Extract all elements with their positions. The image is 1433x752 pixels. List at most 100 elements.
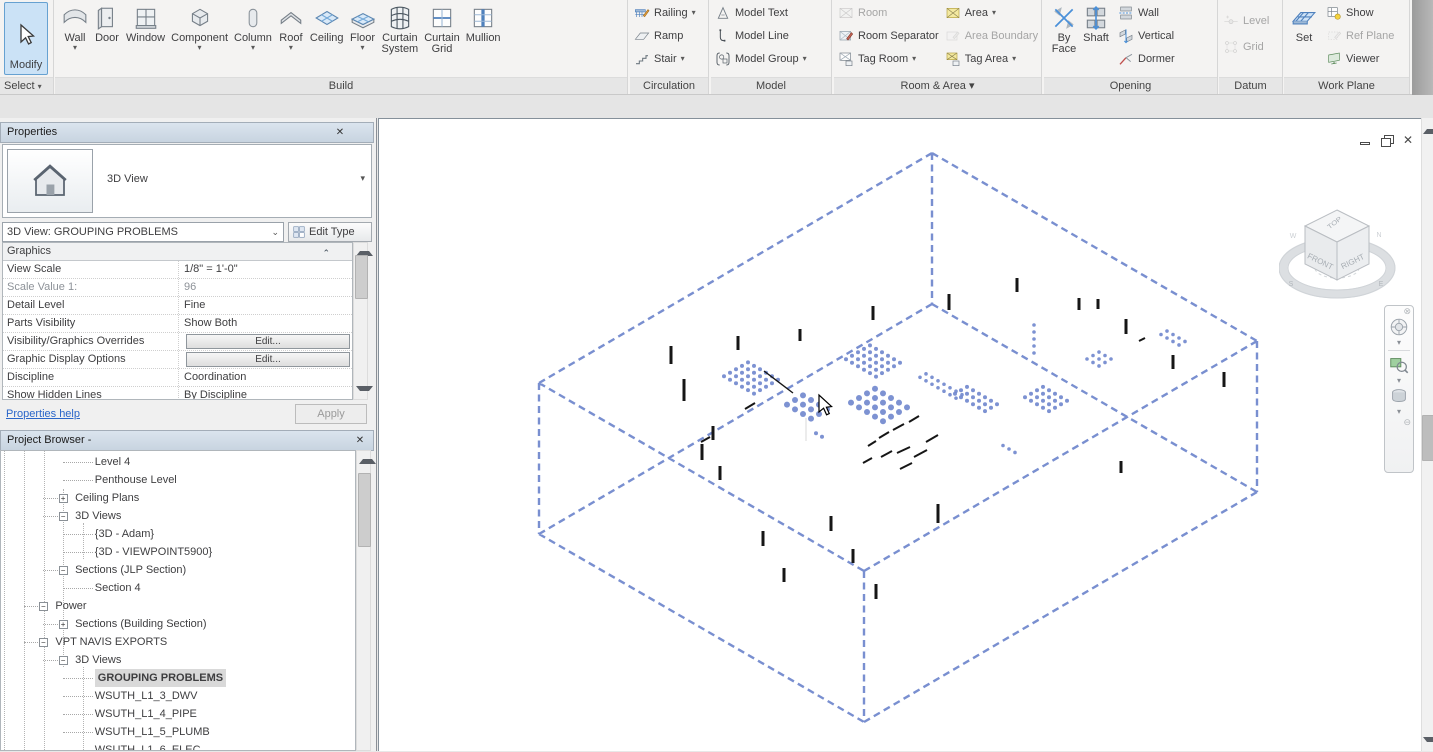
ribbon-button-ceiling[interactable]: Ceiling [307, 2, 347, 47]
tree-item[interactable]: + Ceiling Plans [1, 489, 355, 507]
model-column[interactable] [851, 549, 855, 563]
tree-item[interactable]: Penthouse Level [1, 471, 355, 489]
ribbon-button-window[interactable]: Window [123, 2, 168, 47]
properties-scrollbar[interactable] [353, 242, 373, 400]
panel-label-model[interactable]: Model [711, 77, 831, 94]
project-browser-scrollbar[interactable] [356, 450, 376, 751]
model-column[interactable] [736, 336, 740, 350]
browser-scroll-thumb[interactable] [358, 473, 371, 547]
model-column[interactable] [700, 444, 704, 460]
ribbon-item-stair[interactable]: Stair ▾ [634, 50, 706, 68]
model-column[interactable] [1015, 278, 1019, 292]
tree-item[interactable]: WSUTH_L1_3_DWV [1, 687, 355, 705]
ribbon-item-model-line[interactable]: Model Line [715, 27, 829, 45]
dropdown-arrow-icon[interactable]: ▾ [803, 55, 807, 63]
wheel-dropdown-icon[interactable]: ▾ [1397, 338, 1401, 347]
type-selector[interactable]: 3D View ▾ [2, 144, 372, 218]
ribbon-item-viewer[interactable]: Viewer [1326, 50, 1394, 68]
dropdown-arrow-icon[interactable]: ▾ [681, 55, 685, 63]
close-icon[interactable]: ✕ [1403, 134, 1416, 146]
minimize-icon[interactable] [1359, 135, 1372, 146]
ribbon-item-model-text[interactable]: Model Text [715, 4, 829, 22]
restore-icon[interactable] [1381, 134, 1394, 147]
model-column[interactable] [798, 329, 802, 341]
ribbon-button-roof[interactable]: Roof ▾ [275, 2, 307, 54]
ribbon-button-column[interactable]: Column ▾ [231, 2, 275, 54]
tree-item[interactable]: WSUTH_L1_6_ELEC [1, 741, 355, 750]
property-value[interactable]: 1/8" = 1'-0" [179, 261, 352, 278]
model-column[interactable] [1096, 299, 1100, 309]
dropdown-arrow-icon[interactable]: ▾ [361, 44, 365, 52]
model-column[interactable] [682, 379, 686, 401]
panel-label-opening[interactable]: Opening [1044, 77, 1217, 94]
dropdown-arrow-icon[interactable]: ▾ [912, 55, 916, 63]
tree-expander-plus-icon[interactable]: + [58, 619, 68, 629]
property-value[interactable]: 96 [179, 279, 352, 296]
dropdown-arrow-icon[interactable]: ▾ [251, 44, 255, 52]
dropdown-arrow-icon[interactable]: ▾ [992, 9, 996, 17]
ribbon-button-floor[interactable]: Floor ▾ [347, 2, 379, 54]
panel-label-build[interactable]: Build [55, 77, 627, 94]
scroll-up-icon[interactable] [1423, 124, 1433, 134]
orbit-dropdown-icon[interactable]: ▾ [1397, 407, 1401, 416]
tree-item[interactable]: −3D Views [1, 651, 355, 669]
model-column[interactable] [947, 294, 951, 310]
tree-item[interactable]: GROUPING PROBLEMS [1, 669, 355, 687]
property-value[interactable]: By Discipline [179, 387, 352, 399]
tree-item[interactable]: {3D - Adam} [1, 525, 355, 543]
tree-item[interactable]: Level 4 [1, 453, 355, 471]
type-selector-arrow-icon[interactable]: ▾ [360, 173, 365, 184]
model-column[interactable] [669, 346, 673, 364]
tree-item[interactable]: Section 4 [1, 579, 355, 597]
ribbon-item-vertical[interactable]: Vertical [1118, 27, 1175, 45]
ribbon-item-model-group[interactable]: Model Group ▾ [715, 50, 829, 68]
section-box[interactable] [537, 151, 1259, 724]
ribbon-button-curtain-system[interactable]: Curtain System [379, 2, 422, 58]
project-browser-close-icon[interactable]: ✕ [353, 434, 367, 448]
ribbon-button-wall[interactable]: Wall ▾ [59, 2, 91, 54]
tree-item[interactable]: {3D - VIEWPOINT5900} [1, 543, 355, 561]
panel-label-work-plane[interactable]: Work Plane [1284, 77, 1409, 94]
tree-item[interactable]: − Power [1, 597, 355, 615]
edit-type-button[interactable]: Edit Type [288, 222, 372, 242]
tree-expander-minus-icon[interactable]: − [38, 637, 48, 647]
ribbon-item-tag-room[interactable]: Tag Room ▾ [838, 50, 939, 68]
dropdown-arrow-icon[interactable]: ▾ [73, 44, 77, 52]
model-column[interactable] [829, 516, 833, 531]
dropdown-arrow-icon[interactable]: ▾ [692, 9, 696, 17]
scroll-up-icon[interactable] [359, 454, 376, 464]
property-value[interactable]: Show Both [179, 315, 352, 332]
model-column[interactable] [936, 504, 940, 523]
panel-label-datum[interactable]: Datum [1219, 77, 1282, 94]
scroll-down-icon[interactable] [356, 386, 373, 396]
ribbon-button-component[interactable]: Component ▾ [168, 2, 231, 54]
dropdown-arrow-icon[interactable]: ▾ [1012, 55, 1016, 63]
tree-expander-minus-icon[interactable]: − [58, 565, 68, 575]
dropdown-arrow-icon[interactable]: ▾ [198, 44, 202, 52]
model-column[interactable] [1119, 461, 1123, 473]
properties-scroll-thumb[interactable] [355, 255, 368, 299]
project-browser-titlebar[interactable]: Project Browser - ✕ [0, 430, 374, 451]
tree-item[interactable]: WSUTH_L1_4_PIPE [1, 705, 355, 723]
model-column[interactable] [761, 531, 765, 546]
ribbon-item-dormer[interactable]: Dormer [1118, 50, 1175, 68]
ribbon-button-set[interactable]: Set [1288, 2, 1320, 47]
property-value[interactable]: Fine [179, 297, 352, 314]
ribbon-button-shaft[interactable]: Shaft [1080, 2, 1112, 47]
ribbon-item-ramp[interactable]: Ramp [634, 27, 706, 45]
ribbon-item-railing[interactable]: Railing ▾ [634, 4, 706, 22]
model-column[interactable] [874, 584, 878, 599]
tree-item[interactable]: −3D Views [1, 507, 355, 525]
viewcube[interactable]: TOP FRONT RIGHT S E W N [1279, 204, 1399, 309]
zoom-dropdown-icon[interactable]: ▾ [1397, 376, 1401, 385]
model-column[interactable] [718, 466, 722, 480]
edit-button[interactable]: Edit... [186, 334, 350, 349]
model-column[interactable] [871, 306, 875, 320]
scroll-down-icon[interactable] [1423, 737, 1433, 747]
model-column[interactable] [1222, 372, 1226, 387]
drawing-area[interactable]: ✕ TOP FRONT RIGHT S E W N ⊗ ▾ ▾ ▾ ⊖ [378, 118, 1421, 751]
orbit-icon[interactable] [1388, 385, 1410, 407]
apply-button[interactable]: Apply [295, 404, 367, 424]
ribbon-button-curtain-grid[interactable]: Curtain Grid [421, 2, 462, 58]
tree-expander-minus-icon[interactable]: − [58, 511, 68, 521]
